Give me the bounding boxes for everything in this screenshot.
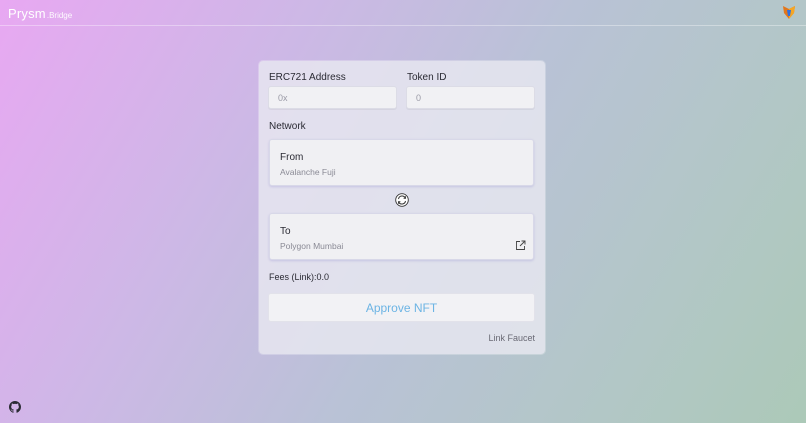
- brand-logo[interactable]: Prysm.Bridge: [8, 5, 72, 23]
- erc721-address-field[interactable]: [268, 86, 397, 109]
- erc721-address-label: ERC721 Address: [269, 72, 346, 83]
- github-icon[interactable]: [9, 401, 21, 413]
- fees-text: Fees (Link):0.0: [269, 272, 330, 282]
- from-network-value: Avalanche Fuji: [280, 167, 336, 177]
- token-id-label: Token ID: [407, 72, 447, 83]
- to-network-value: Polygon Mumbai: [280, 241, 344, 251]
- token-id-field[interactable]: [406, 86, 535, 109]
- token-id-input[interactable]: [407, 87, 534, 108]
- bridge-card: ERC721 Address Token ID Network From Ava…: [259, 61, 545, 354]
- link-faucet-link[interactable]: Link Faucet: [488, 333, 535, 343]
- top-bar: Prysm.Bridge: [0, 0, 806, 26]
- network-label: Network: [269, 121, 306, 132]
- to-network-select[interactable]: To Polygon Mumbai: [269, 213, 534, 260]
- from-label: From: [280, 152, 304, 163]
- external-link-icon[interactable]: [515, 240, 526, 251]
- approve-nft-button[interactable]: Approve NFT: [268, 293, 535, 322]
- from-network-select[interactable]: From Avalanche Fuji: [269, 139, 534, 186]
- erc721-address-input[interactable]: [269, 87, 396, 108]
- brand-name: Prysm: [8, 6, 46, 21]
- swap-icon[interactable]: [395, 193, 409, 207]
- wallet-icon[interactable]: [781, 4, 797, 20]
- to-label: To: [280, 226, 291, 237]
- brand-suffix: .Bridge: [46, 11, 73, 20]
